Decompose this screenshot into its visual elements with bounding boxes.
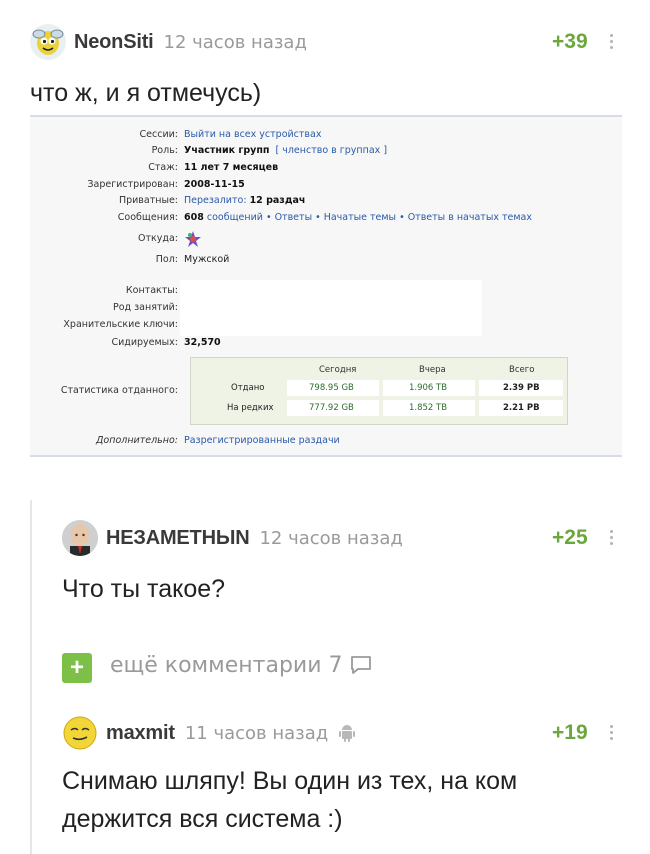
android-icon [338, 723, 356, 743]
comment-rating: +19 [552, 721, 588, 744]
comment-rating: +25 [552, 526, 588, 549]
comment-bubble-icon [350, 656, 371, 674]
more-options-icon[interactable] [608, 31, 614, 52]
occupation-row: Род занятий: [112, 302, 178, 313]
comment-header: maxmit 11 часов назад [62, 715, 356, 751]
stazh-row: Стаж: 11 лет 7 месяцев [148, 162, 279, 173]
smiley-avatar-icon [63, 716, 97, 750]
bald-man-avatar-icon [62, 520, 98, 556]
comment-text: Снимаю шляпу! Вы один из тех, на ком дер… [62, 767, 518, 833]
more-comments-link[interactable]: ещё комментарии 7 [110, 653, 372, 678]
profile-screenshot: Сессии: Выйти на всех устройствах Роль: … [30, 115, 622, 457]
sessions-row: Сессии: Выйти на всех устройствах [139, 129, 322, 140]
sex-row: Пол: Мужской [155, 254, 230, 265]
comment-text: что ж, и я отмечусь) [30, 79, 262, 107]
avatar[interactable] [30, 24, 66, 60]
comment-time[interactable]: 11 часов назад [185, 723, 328, 744]
private-row: Приватные: Перезалито: 12 раздач [118, 195, 306, 206]
extra-row: Дополнительно: Разрегистрированные разда… [96, 435, 340, 446]
comment-time[interactable]: 12 часов назад [164, 32, 307, 53]
role-row: Роль: Участник групп [ членство в группа… [151, 145, 388, 156]
comment-author[interactable]: NeonSiti [74, 31, 154, 54]
expand-comments-button[interactable]: + [62, 653, 92, 683]
comment-time[interactable]: 12 часов назад [259, 528, 402, 549]
registered-row: Зарегистрирован: 2008-11-15 [87, 179, 245, 190]
comment-rating: +39 [552, 30, 588, 53]
seeding-row: Сидируемых: 32,570 [111, 337, 221, 348]
comment-header: NeonSiti 12 часов назад [30, 24, 307, 60]
keys-row: Хранительские ключи: [63, 319, 178, 330]
comment-text: Что ты такое? [62, 575, 226, 603]
messages-row: Сообщения: 608 сообщений • Ответы • Нача… [117, 212, 532, 223]
contacts-row: Контакты: [125, 285, 178, 296]
more-options-icon[interactable] [608, 527, 614, 548]
more-options-icon[interactable] [608, 722, 614, 743]
avatar[interactable] [62, 520, 98, 556]
flag-icon [184, 230, 202, 251]
comment-author[interactable]: НЕЗАМЕТНЫN [106, 527, 250, 550]
avatar[interactable] [62, 715, 98, 751]
comment-author[interactable]: maxmit [106, 722, 175, 745]
from-row: Откуда: [30, 230, 622, 250]
comment-header: НЕЗАМЕТНЫN 12 часов назад [62, 520, 403, 556]
bee-avatar-icon [32, 29, 64, 55]
thread-line [30, 500, 32, 854]
upload-stats-table: Сегодня Вчера Всего Отдано 798.95 GB 1.9… [190, 357, 568, 425]
